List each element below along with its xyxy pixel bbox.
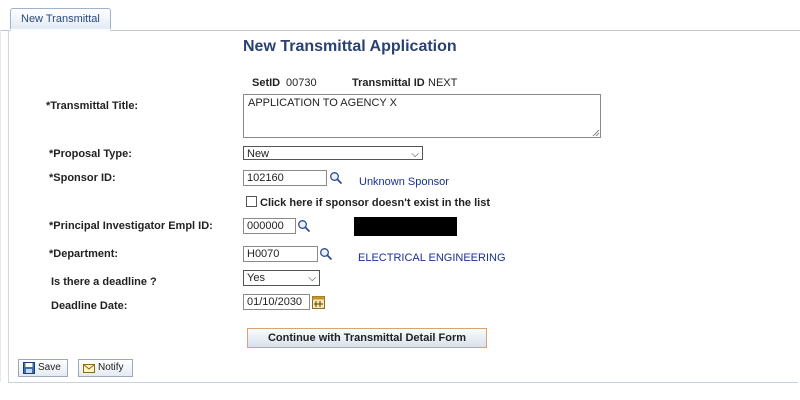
deadline-select[interactable]: Yes ⌵: [243, 270, 320, 286]
transmittal-id-value: NEXT: [428, 77, 458, 89]
setid-label: SetID: [252, 77, 281, 89]
transmittal-title-label: *Transmittal Title:: [46, 100, 139, 112]
tab-join: [11, 29, 110, 31]
save-button-label: Save: [38, 362, 61, 373]
sponsor-not-listed-label[interactable]: Click here if sponsor doesn't exist in t…: [260, 197, 490, 209]
transmittal-id-label: Transmittal ID: [352, 77, 425, 89]
pi-empl-id-label: *Principal Investigator Empl ID:: [49, 220, 213, 232]
sponsor-id-label: *Sponsor ID:: [49, 172, 116, 184]
calendar-icon[interactable]: [312, 295, 325, 309]
save-button[interactable]: Save: [18, 359, 68, 377]
pi-lookup-icon[interactable]: [297, 219, 311, 233]
setid-value: 00730: [286, 77, 317, 89]
bottom-border: [8, 382, 798, 383]
outer-left-border: [0, 30, 1, 382]
department-description: ELECTRICAL ENGINEERING: [358, 252, 506, 264]
department-label: *Department:: [49, 248, 119, 260]
page-title: New Transmittal Application: [243, 38, 457, 55]
pi-empl-id-input[interactable]: 000000: [243, 218, 296, 234]
proposal-type-value: New: [247, 148, 270, 160]
left-border: [8, 30, 9, 382]
department-input[interactable]: H0070: [243, 246, 318, 262]
notify-button-label: Notify: [98, 362, 124, 373]
resize-grip-icon[interactable]: [592, 129, 600, 137]
tab-new-transmittal[interactable]: New Transmittal: [10, 8, 111, 29]
deadline-value: Yes: [247, 272, 265, 284]
sponsor-id-input[interactable]: 102160: [243, 170, 327, 186]
sponsor-not-listed-checkbox[interactable]: [246, 196, 257, 207]
save-icon: [23, 362, 35, 374]
notify-button[interactable]: Notify: [78, 359, 133, 377]
proposal-type-select[interactable]: New ⌵: [243, 146, 423, 160]
transmittal-title-field[interactable]: APPLICATION TO AGENCY X: [243, 94, 601, 138]
continue-button[interactable]: Continue with Transmittal Detail Form: [247, 328, 487, 348]
redacted-pi-name: [354, 217, 457, 236]
sponsor-lookup-icon[interactable]: [329, 171, 343, 185]
department-lookup-icon[interactable]: [319, 247, 333, 261]
proposal-type-label: *Proposal Type:: [49, 148, 132, 160]
sponsor-description: Unknown Sponsor: [359, 176, 449, 188]
deadline-date-input[interactable]: 01/10/2030: [243, 294, 310, 310]
tab-strip: [0, 8, 800, 31]
notify-icon: [83, 364, 95, 373]
deadline-date-label: Deadline Date:: [51, 300, 128, 312]
chevron-down-icon: ⌵: [308, 273, 316, 284]
chevron-down-icon: ⌵: [411, 149, 419, 160]
deadline-label: Is there a deadline ?: [51, 276, 157, 288]
